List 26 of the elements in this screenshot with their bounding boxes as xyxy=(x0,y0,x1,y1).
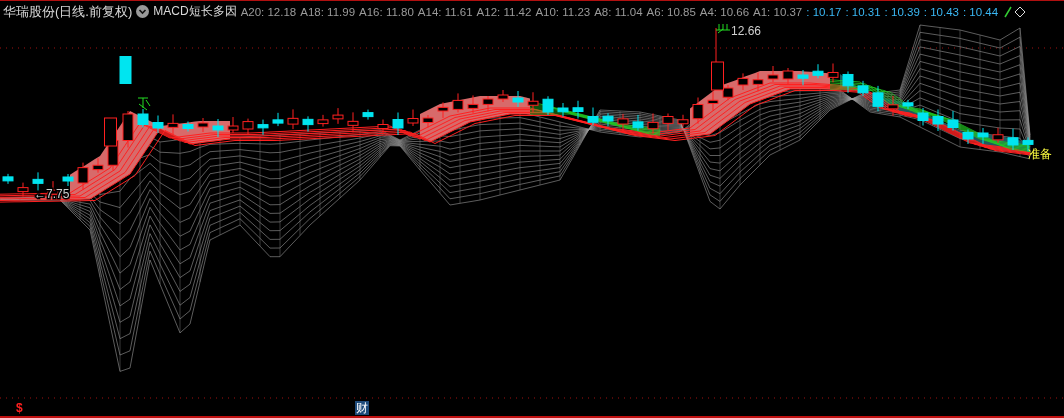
indicator-value: A4: 10.66 xyxy=(699,5,750,18)
indicator-value: A6: 10.85 xyxy=(646,5,696,18)
dropdown-icon[interactable] xyxy=(136,5,150,18)
indicator-value: : 10.44 xyxy=(962,5,999,18)
pen-icon[interactable] xyxy=(1004,5,1013,18)
indicator-value: A1: 10.37 xyxy=(753,5,803,18)
finance-marker[interactable]: 财 xyxy=(354,401,369,415)
stock-title: 华瑞股份(日线.前复权) xyxy=(3,2,133,21)
indicator-value: : 10.31 xyxy=(845,5,881,18)
indicator-value: A12: 11.42 xyxy=(476,5,532,18)
indicator-value: A10: 11.23 xyxy=(535,5,591,18)
signal-mark-icon xyxy=(715,23,731,34)
indicator-name: MACD短长多因 xyxy=(153,3,237,20)
indicator-value: : 10.43 xyxy=(923,5,959,18)
indicator-value: : 10.39 xyxy=(884,5,920,18)
indicator-value: A16: 11.80 xyxy=(359,5,414,18)
indicator-value: A14: 11.61 xyxy=(417,5,473,18)
indicator-value: A20: 12.18 xyxy=(240,5,297,18)
indicator-value: : 10.17 xyxy=(806,5,842,18)
diamond-icon[interactable] xyxy=(1014,5,1027,18)
high-price-label: 12.66 xyxy=(731,24,762,38)
signal-label: 准备 xyxy=(1028,147,1052,161)
indicator-value: A18: 11.99 xyxy=(300,5,356,18)
signal-mark-icon xyxy=(137,97,151,111)
indicator-value: A8: 11.04 xyxy=(594,5,643,18)
dividend-marker[interactable]: $ xyxy=(16,401,23,415)
